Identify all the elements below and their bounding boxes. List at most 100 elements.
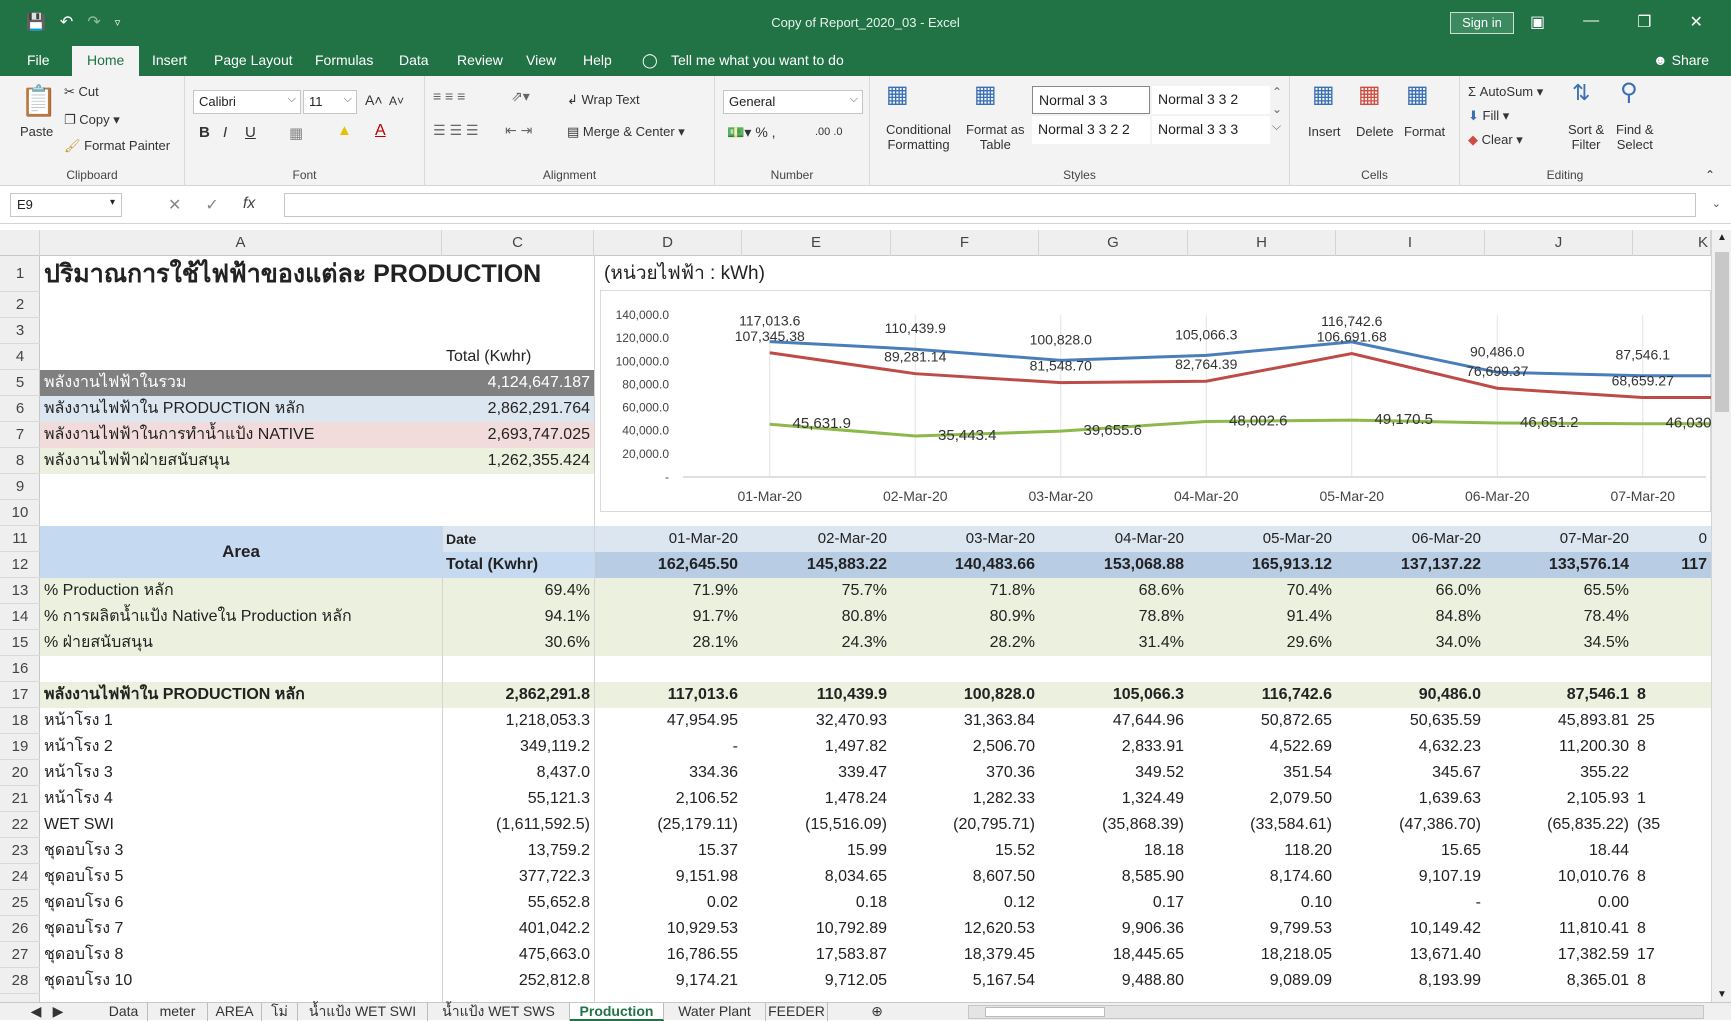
insert-button[interactable]: Insert bbox=[1308, 124, 1341, 139]
total-cell[interactable]: 165,913.12 bbox=[1188, 552, 1336, 578]
data-cell[interactable] bbox=[1633, 890, 1711, 916]
row-total[interactable]: (1,611,592.5) bbox=[442, 812, 594, 838]
row-label[interactable]: ชุดอบโรง 8 bbox=[40, 942, 442, 968]
column-header-i[interactable]: I bbox=[1336, 230, 1485, 256]
tab-page-layout[interactable]: Page Layout bbox=[214, 52, 293, 68]
data-cell[interactable]: 10,929.53 bbox=[594, 916, 742, 942]
row-header-17[interactable]: 17 bbox=[0, 682, 40, 708]
row-header-24[interactable]: 24 bbox=[0, 864, 40, 890]
collapse-ribbon-icon[interactable]: ⌃ bbox=[1705, 168, 1715, 182]
data-cell[interactable]: 50,635.59 bbox=[1336, 708, 1485, 734]
row-header-7[interactable]: 7 bbox=[0, 422, 40, 448]
data-cell[interactable]: 18,218.05 bbox=[1188, 942, 1336, 968]
data-cell[interactable]: 9,906.36 bbox=[1039, 916, 1188, 942]
data-cell[interactable]: 9,799.53 bbox=[1188, 916, 1336, 942]
minimize-icon[interactable]: — bbox=[1583, 12, 1599, 32]
data-cell[interactable]: 31.4% bbox=[1039, 630, 1188, 656]
data-cell[interactable]: 75.7% bbox=[742, 578, 891, 604]
date-cell[interactable]: 0 bbox=[1633, 526, 1711, 552]
summary-label[interactable]: พลังงานไฟฟ้าในรวม bbox=[40, 370, 442, 396]
data-cell[interactable]: 65.5% bbox=[1485, 578, 1633, 604]
fill-button[interactable]: ⬇ Fill ▾ bbox=[1468, 108, 1509, 124]
sheet-title[interactable]: ปริมาณการใช้ไฟฟ้าของแต่ละ PRODUCTION bbox=[40, 256, 596, 292]
row-header-12[interactable]: 12 bbox=[0, 552, 40, 578]
column-header-h[interactable]: H bbox=[1188, 230, 1336, 256]
summary-value[interactable]: 2,862,291.764 bbox=[442, 396, 594, 422]
total-cell[interactable]: 117 bbox=[1633, 552, 1711, 578]
paste-button[interactable]: Paste bbox=[20, 124, 53, 139]
data-cell[interactable]: 1,478.24 bbox=[742, 786, 891, 812]
row-header-28[interactable]: 28 bbox=[0, 968, 40, 994]
tab-home[interactable]: Home bbox=[72, 46, 140, 76]
row-total[interactable]: 475,663.0 bbox=[442, 942, 594, 968]
tab-help[interactable]: Help bbox=[583, 52, 612, 68]
data-cell[interactable]: 71.9% bbox=[594, 578, 742, 604]
data-cell[interactable] bbox=[1633, 838, 1711, 864]
data-cell[interactable]: 2,079.50 bbox=[1188, 786, 1336, 812]
sign-in-button[interactable]: Sign in bbox=[1450, 12, 1514, 34]
data-cell[interactable]: 11,810.41 bbox=[1485, 916, 1633, 942]
data-cell[interactable]: 0.00 bbox=[1485, 890, 1633, 916]
total-header[interactable]: Total (Kwhr) bbox=[442, 344, 592, 370]
data-cell[interactable]: (15,516.09) bbox=[742, 812, 891, 838]
data-cell[interactable]: 351.54 bbox=[1188, 760, 1336, 786]
data-cell[interactable]: 18,379.45 bbox=[891, 942, 1039, 968]
row-header-13[interactable]: 13 bbox=[0, 578, 40, 604]
row-total[interactable]: 55,121.3 bbox=[442, 786, 594, 812]
conditional-formatting-button[interactable]: Conditional Formatting bbox=[886, 122, 951, 152]
row-header-15[interactable]: 15 bbox=[0, 630, 40, 656]
cancel-icon[interactable]: ✕ bbox=[168, 195, 181, 215]
data-cell[interactable]: 4,632.23 bbox=[1336, 734, 1485, 760]
merge-center-button[interactable]: ▤ Merge & Center ▾ bbox=[567, 124, 685, 140]
data-cell[interactable]: 8,607.50 bbox=[891, 864, 1039, 890]
total-cell[interactable]: 140,483.66 bbox=[891, 552, 1039, 578]
data-cell[interactable]: 11,200.30 bbox=[1485, 734, 1633, 760]
row-total[interactable] bbox=[442, 656, 594, 682]
row-header-6[interactable]: 6 bbox=[0, 396, 40, 422]
data-cell[interactable]: 2,105.93 bbox=[1485, 786, 1633, 812]
total-cell[interactable]: 153,068.88 bbox=[1039, 552, 1188, 578]
row-total[interactable]: 252,812.8 bbox=[442, 968, 594, 994]
data-cell[interactable]: 24.3% bbox=[742, 630, 891, 656]
data-cell[interactable]: 9,174.21 bbox=[594, 968, 742, 994]
select-all-corner[interactable] bbox=[0, 230, 40, 256]
paste-icon[interactable]: 📋 bbox=[20, 84, 57, 119]
decimal-icon[interactable]: .00 .0 bbox=[815, 126, 843, 138]
summary-value[interactable]: 4,124,647.187 bbox=[442, 370, 594, 396]
data-cell[interactable] bbox=[1633, 630, 1711, 656]
column-header-j[interactable]: J bbox=[1485, 230, 1633, 256]
row-total[interactable]: 401,042.2 bbox=[442, 916, 594, 942]
row-label[interactable]: % Production หลัก bbox=[40, 578, 442, 604]
vertical-scrollbar[interactable]: ▲ ▼ bbox=[1711, 230, 1731, 1002]
data-cell[interactable]: 4,522.69 bbox=[1188, 734, 1336, 760]
row-label[interactable]: หน้าโรง 4 bbox=[40, 786, 442, 812]
summary-label[interactable]: พลังงานไฟฟ้าในการทำน้ำแป้ง NATIVE bbox=[40, 422, 442, 448]
data-cell[interactable]: 66.0% bbox=[1336, 578, 1485, 604]
data-cell[interactable]: 9,151.98 bbox=[594, 864, 742, 890]
data-cell[interactable]: (47,386.70) bbox=[1336, 812, 1485, 838]
row-label[interactable]: พลังงานไฟฟ้าใน PRODUCTION หลัก bbox=[40, 682, 442, 708]
date-label[interactable]: Date bbox=[442, 526, 594, 552]
data-cell[interactable]: (33,584.61) bbox=[1188, 812, 1336, 838]
find-select-button[interactable]: Find & Select bbox=[1616, 122, 1654, 152]
row-header-26[interactable]: 26 bbox=[0, 916, 40, 942]
row-total[interactable]: 30.6% bbox=[442, 630, 594, 656]
wrap-text-button[interactable]: ↲ Wrap Text bbox=[567, 92, 640, 108]
data-cell[interactable]: 17 bbox=[1633, 942, 1711, 968]
column-header-g[interactable]: G bbox=[1039, 230, 1188, 256]
conditional-formatting-icon[interactable]: ▦ bbox=[886, 80, 909, 109]
sort-filter-icon[interactable]: ⇅ bbox=[1572, 80, 1590, 106]
data-cell[interactable]: 84.8% bbox=[1336, 604, 1485, 630]
data-cell[interactable]: 90,486.0 bbox=[1336, 682, 1485, 708]
row-header-5[interactable]: 5 bbox=[0, 370, 40, 396]
data-cell[interactable]: 15.99 bbox=[742, 838, 891, 864]
date-cell[interactable]: 06-Mar-20 bbox=[1336, 526, 1485, 552]
data-cell[interactable]: 71.8% bbox=[891, 578, 1039, 604]
column-header-f[interactable]: F bbox=[891, 230, 1039, 256]
row-total[interactable]: 69.4% bbox=[442, 578, 594, 604]
number-format-combo[interactable]: General ⌵ bbox=[723, 90, 863, 114]
data-cell[interactable]: 15.52 bbox=[891, 838, 1039, 864]
row-header-16[interactable]: 16 bbox=[0, 656, 40, 682]
total-cell[interactable]: 133,576.14 bbox=[1485, 552, 1633, 578]
data-cell[interactable]: 8 bbox=[1633, 864, 1711, 890]
